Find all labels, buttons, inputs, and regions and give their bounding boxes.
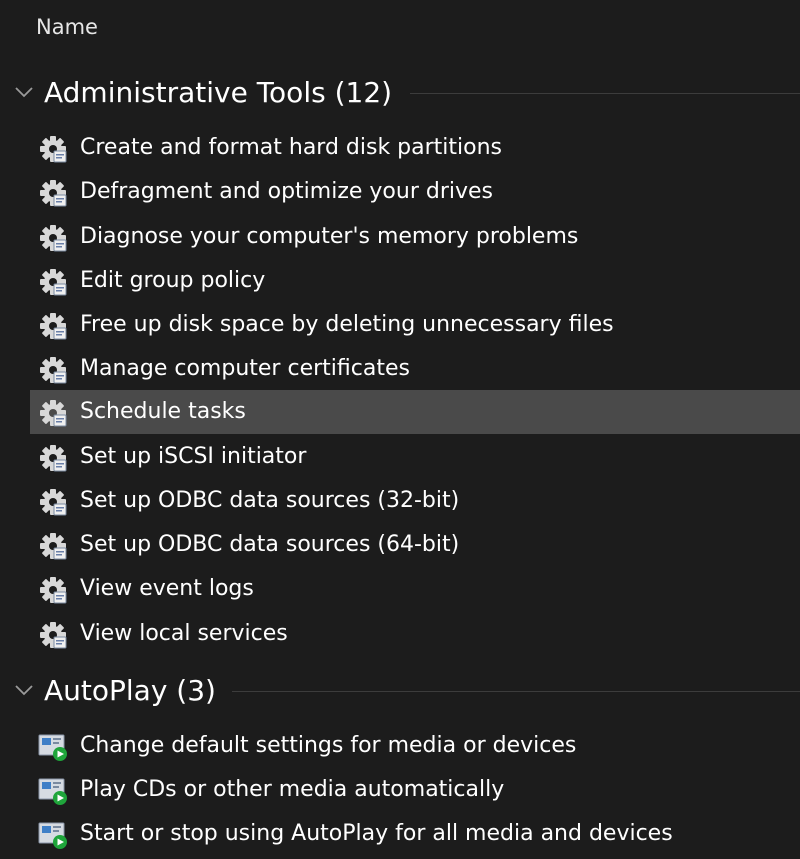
admin-tools-gear-icon xyxy=(40,445,67,472)
list-item[interactable]: View event logs xyxy=(30,567,800,611)
list-item[interactable]: Free up disk space by deleting unnecessa… xyxy=(30,303,800,347)
list-item-label: Set up iSCSI initiator xyxy=(80,444,307,469)
list-item[interactable]: Set up iSCSI initiator xyxy=(30,435,800,479)
list-item-label: Defragment and optimize your drives xyxy=(80,179,494,204)
list-item[interactable]: Diagnose your computer's memory problems xyxy=(30,215,800,259)
admin-tools-gear-icon xyxy=(40,622,67,649)
chevron-down-icon[interactable] xyxy=(13,81,35,103)
group-header-administrative-tools[interactable]: Administrative Tools (12) xyxy=(0,71,800,115)
list-item[interactable]: Edit group policy xyxy=(30,259,800,303)
list-item[interactable]: Manage computer certificates xyxy=(30,347,800,391)
list-item-label: Set up ODBC data sources (64-bit) xyxy=(80,532,460,557)
list-item-label: Change default settings for media or dev… xyxy=(80,733,577,758)
list-item[interactable]: Set up ODBC data sources (32-bit) xyxy=(30,479,800,523)
list-item[interactable]: Create and format hard disk partitions xyxy=(30,126,800,170)
list-item-label: Schedule tasks xyxy=(80,399,246,424)
list-item-label: Edit group policy xyxy=(80,268,266,293)
list-item[interactable]: Change default settings for media or dev… xyxy=(30,724,800,768)
list-item-label: View local services xyxy=(80,621,288,646)
autoplay-icon xyxy=(38,822,67,849)
admin-tools-gear-icon xyxy=(40,313,67,340)
list-item[interactable]: Defragment and optimize your drives xyxy=(30,170,800,214)
group-title: AutoPlay (3) xyxy=(44,674,216,707)
autoplay-icon xyxy=(38,734,67,761)
list-item[interactable]: Set up ODBC data sources (64-bit) xyxy=(30,523,800,567)
group-divider xyxy=(410,93,800,94)
group-title: Administrative Tools (12) xyxy=(44,76,393,109)
list-item-label: Create and format hard disk partitions xyxy=(80,135,503,160)
admin-tools-gear-icon xyxy=(40,489,67,516)
group-header-autoplay[interactable]: AutoPlay (3) xyxy=(0,669,800,713)
chevron-down-icon[interactable] xyxy=(13,679,35,701)
group-divider xyxy=(232,691,800,692)
list-item-label: Set up ODBC data sources (32-bit) xyxy=(80,488,460,513)
list-item[interactable]: Play CDs or other media automatically xyxy=(30,768,800,812)
list-item[interactable]: Start or stop using AutoPlay for all med… xyxy=(30,812,800,856)
list-item-selected[interactable]: Schedule tasks xyxy=(30,390,800,434)
admin-tools-gear-icon xyxy=(40,533,67,560)
column-header-name[interactable]: Name xyxy=(36,12,98,42)
admin-tools-gear-icon xyxy=(40,357,67,384)
admin-tools-gear-icon xyxy=(40,225,67,252)
admin-tools-gear-icon xyxy=(40,136,67,163)
list-item-label: Manage computer certificates xyxy=(80,356,410,381)
admin-tools-gear-icon xyxy=(40,180,67,207)
list-item-label: Start or stop using AutoPlay for all med… xyxy=(80,821,673,846)
autoplay-icon xyxy=(38,778,67,805)
admin-tools-gear-icon xyxy=(40,400,67,427)
list-item[interactable]: View local services xyxy=(30,612,800,656)
list-item-label: View event logs xyxy=(80,576,254,601)
admin-tools-gear-icon xyxy=(40,269,67,296)
admin-tools-gear-icon xyxy=(40,577,67,604)
list-item-label: Play CDs or other media automatically xyxy=(80,777,505,802)
list-item-label: Free up disk space by deleting unnecessa… xyxy=(80,312,614,337)
list-item-label: Diagnose your computer's memory problems xyxy=(80,224,579,249)
